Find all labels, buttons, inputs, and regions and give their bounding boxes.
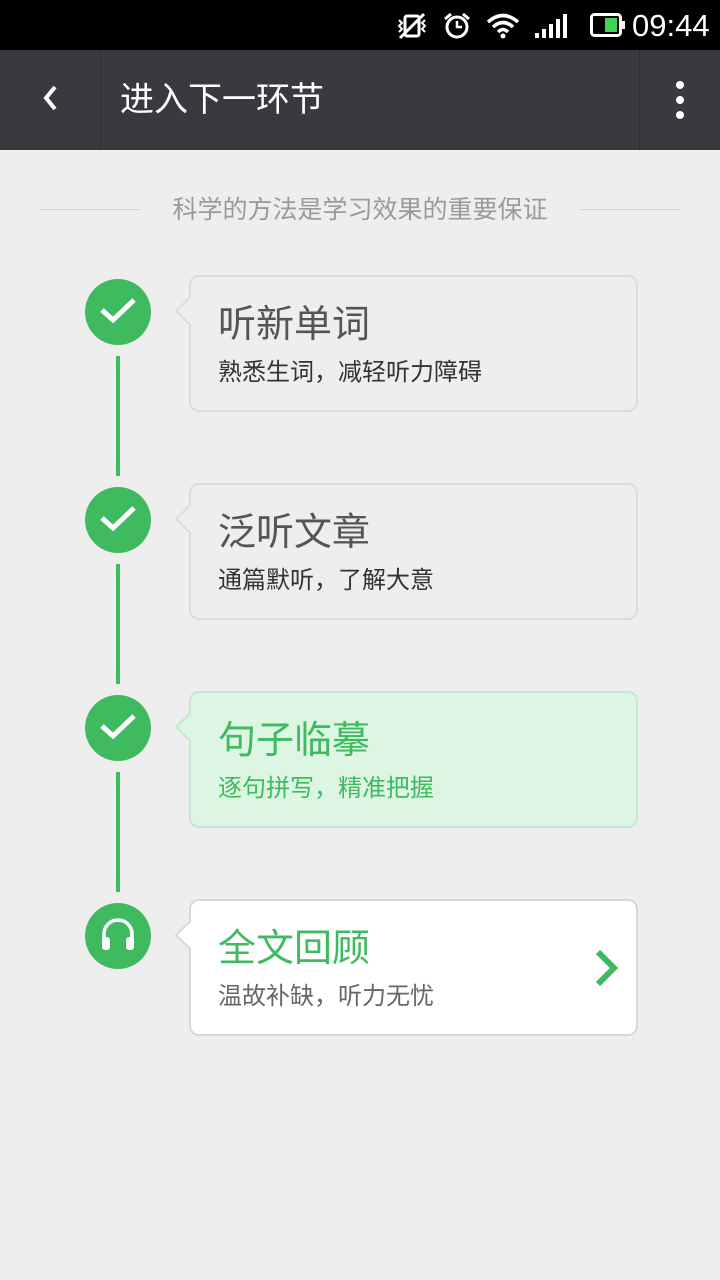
step-status-done — [85, 487, 151, 553]
headphones-icon — [98, 914, 138, 958]
page-title: 进入下一环节 — [120, 80, 324, 120]
subtitle-text: 科学的方法是学习效果的重要保证 — [172, 195, 548, 224]
status-clock: 09:44 — [632, 8, 710, 43]
more-dot-icon — [676, 111, 684, 119]
step-card-extensive-listening[interactable]: 泛听文章 通篇默听，了解大意 — [174, 483, 638, 620]
step-title: 泛听文章 — [218, 510, 371, 554]
card-pointer — [174, 712, 204, 742]
step-title: 句子临摹 — [218, 718, 371, 762]
header-divider — [100, 50, 101, 150]
subtitle-row: 科学的方法是学习效果的重要保证 — [40, 190, 680, 230]
step-status-done — [85, 279, 151, 345]
step-description: 逐句拼写，精准把握 — [218, 774, 434, 802]
step-card-sentence-dictation[interactable]: 句子临摹 逐句拼写，精准把握 — [174, 691, 638, 828]
chevron-left-icon — [40, 83, 60, 117]
vibrate-off-icon — [396, 12, 428, 40]
step-card-full-review[interactable]: 全文回顾 温故补缺，听力无忧 — [174, 899, 638, 1036]
step-card-listen-new-words[interactable]: 听新单词 熟悉生词，减轻听力障碍 — [174, 275, 638, 412]
signal-icon — [534, 13, 568, 39]
more-dot-icon — [676, 81, 684, 89]
subtitle-line-right — [580, 209, 680, 210]
step-connector — [116, 772, 120, 892]
status-icons — [396, 11, 568, 41]
step-status-next — [85, 903, 151, 969]
action-bar: 进入下一环节 — [0, 50, 720, 150]
chevron-right-icon[interactable] — [590, 947, 620, 989]
step-connector — [116, 356, 120, 476]
card-pointer — [174, 920, 204, 950]
status-bar: 09:44 — [0, 0, 720, 50]
alarm-icon — [442, 11, 472, 41]
step-title: 全文回顾 — [218, 926, 371, 970]
card-pointer — [174, 296, 204, 326]
back-button[interactable] — [0, 50, 100, 150]
more-options-button[interactable] — [640, 50, 720, 150]
step-status-done — [85, 695, 151, 761]
check-icon — [98, 295, 138, 329]
step-title: 听新单词 — [218, 302, 371, 346]
wifi-icon — [486, 13, 520, 39]
card-pointer — [174, 504, 204, 534]
step-description: 温故补缺，听力无忧 — [218, 982, 434, 1010]
more-dot-icon — [676, 96, 684, 104]
battery-icon — [590, 13, 626, 37]
check-icon — [98, 711, 138, 745]
step-description: 熟悉生词，减轻听力障碍 — [218, 358, 482, 386]
step-connector — [116, 564, 120, 684]
check-icon — [98, 503, 138, 537]
step-description: 通篇默听，了解大意 — [218, 566, 434, 594]
